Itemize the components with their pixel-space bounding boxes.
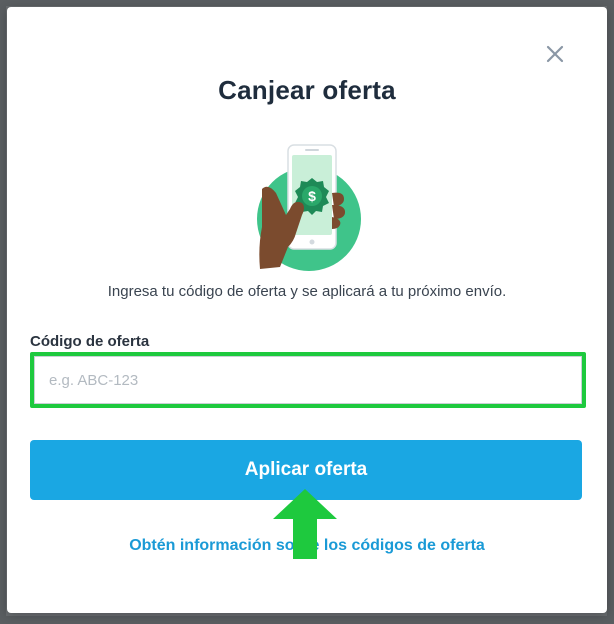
offer-code-field-highlight <box>30 352 586 408</box>
close-button[interactable] <box>542 41 568 67</box>
offer-code-input[interactable] <box>34 356 582 404</box>
redeem-offer-modal: Canjear oferta $ Ingresa tu código de of… <box>7 7 607 613</box>
hand-phone-illustration: $ <box>250 137 362 279</box>
background-divider <box>0 616 614 624</box>
svg-text:$: $ <box>308 188 316 204</box>
background-divider <box>607 0 614 624</box>
background-divider <box>0 0 6 624</box>
up-arrow-icon <box>273 489 337 559</box>
background-divider <box>0 0 614 6</box>
close-icon <box>546 45 564 63</box>
hand-phone-dollar-icon: $ <box>257 144 361 271</box>
offer-code-label: Código de oferta <box>30 333 150 350</box>
modal-title: Canjear oferta <box>218 75 396 105</box>
pointer-arrow <box>273 489 337 559</box>
offer-description: Ingresa tu código de oferta y se aplicar… <box>107 283 507 300</box>
